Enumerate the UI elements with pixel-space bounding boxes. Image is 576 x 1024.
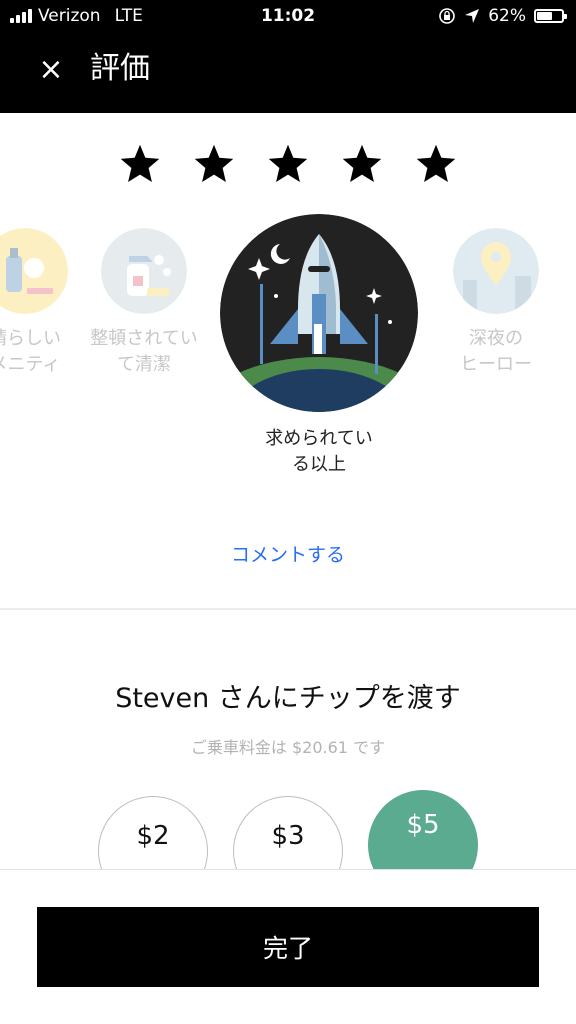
close-icon: × (38, 52, 64, 87)
star-icon[interactable] (266, 142, 310, 186)
orientation-lock-icon (439, 8, 456, 24)
done-button[interactable]: 完了 (37, 907, 539, 987)
rocket-icon (220, 214, 418, 412)
battery-icon (534, 9, 567, 23)
star-icon[interactable] (118, 142, 162, 186)
compliment-label: ヒーロー (460, 354, 532, 375)
star-rating (0, 142, 576, 198)
section-divider (0, 608, 576, 610)
location-arrow-icon (465, 9, 480, 23)
status-bar: Verizon LTE 11:02 62% (0, 0, 576, 32)
star-icon[interactable] (414, 142, 458, 186)
tip-option-3[interactable]: $3 (233, 796, 343, 870)
star-icon[interactable] (192, 142, 236, 186)
compliment-above-expectations[interactable]: 求められてい る以上 (208, 214, 430, 478)
star-icon[interactable] (340, 142, 384, 186)
battery-percent: 62% (488, 6, 526, 26)
clean-spray-icon (101, 228, 187, 314)
tip-title: Steven さんにチップを渡す (115, 683, 461, 714)
header: × 評価 (0, 32, 576, 113)
compliment-label: る以上 (292, 454, 346, 475)
compliment-label: て清潔 (117, 354, 171, 375)
compliment-label: 深夜の (469, 328, 523, 349)
compliment-night-hero[interactable]: 深夜の ヒーロー (440, 228, 552, 378)
compliment-clean[interactable]: 整頓されてい て清潔 (76, 228, 212, 378)
close-button[interactable]: × (36, 50, 66, 90)
tip-option-5[interactable]: $5 (368, 790, 478, 870)
fare-subtitle: ご乗車料金は $20.61 です (190, 738, 386, 757)
compliment-label: 整頓されてい (90, 328, 198, 349)
tip-option-2[interactable]: $2 (98, 796, 208, 870)
compliment-label: 求められてい (265, 428, 373, 449)
add-comment-link[interactable]: コメントする (0, 540, 576, 567)
compliment-label: 晴らしい (0, 328, 61, 349)
amenities-icon (0, 228, 68, 314)
footer-divider (0, 869, 576, 870)
compliment-label: メニティ (0, 354, 61, 375)
tip-options: $2 $3 $5 (0, 790, 576, 870)
page-title: 評価 (90, 51, 150, 86)
night-hero-icon (453, 228, 539, 314)
status-right: 62% (438, 6, 567, 26)
